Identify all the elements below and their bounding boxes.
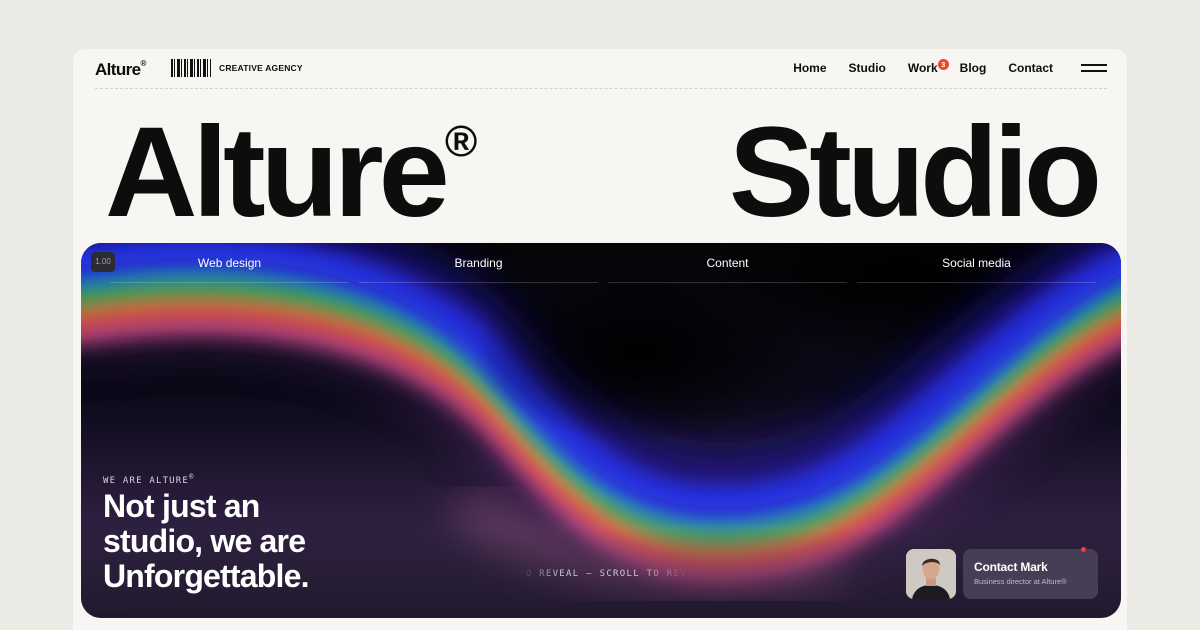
headline-line: Unforgettable. [103, 558, 310, 594]
services-tabs: Web design Branding Content Social media [105, 243, 1101, 283]
contact-name: Contact Mark [974, 560, 1048, 574]
nav-link-blog[interactable]: Blog [960, 61, 987, 75]
page-frame: Alture® CREATIVE AGENCY Home Studio Work… [73, 49, 1127, 630]
status-dot-icon [1081, 547, 1086, 552]
person-avatar-icon [906, 549, 956, 599]
hero-title-left: Alture® [105, 101, 478, 244]
top-nav: Alture® CREATIVE AGENCY Home Studio Work… [95, 49, 1107, 89]
service-content[interactable]: Content [608, 243, 847, 283]
nav-link-contact[interactable]: Contact [1008, 61, 1053, 75]
scroll-hint: TO REVEAL — SCROLL TO REVEAL [519, 569, 689, 579]
nav-menu: Home Studio Work 3 Blog Contact [793, 59, 1053, 75]
contact-widget[interactable]: Contact Mark Business director at Alture… [906, 547, 1098, 601]
eyebrow-label: WE ARE ALTURE® [103, 472, 195, 486]
hero-visual-card: 1.00 Web design Branding Content Social … [81, 243, 1121, 618]
nav-link-work[interactable]: Work 3 [908, 59, 949, 75]
hamburger-menu-icon[interactable] [1081, 63, 1107, 73]
contact-role: Business director at Alture® [974, 577, 1067, 586]
logo[interactable]: Alture® [95, 59, 146, 80]
service-social-media[interactable]: Social media [857, 243, 1096, 283]
headline-line: studio, we are [103, 523, 306, 559]
barcode-icon [171, 59, 211, 77]
nav-link-studio[interactable]: Studio [849, 61, 886, 75]
service-branding[interactable]: Branding [359, 243, 598, 283]
contact-card[interactable]: Contact Mark Business director at Alture… [963, 547, 1098, 599]
hero-title-right: Studio [728, 101, 1102, 244]
avatar[interactable] [906, 549, 956, 599]
work-count-badge: 3 [937, 59, 949, 70]
nav-link-home[interactable]: Home [793, 61, 826, 75]
hero-headline: Not just an studio, we are Unforgettable… [103, 489, 403, 594]
service-web-design[interactable]: Web design [110, 243, 349, 283]
headline-line: Not just an [103, 488, 260, 524]
tagline: CREATIVE AGENCY [219, 63, 303, 73]
